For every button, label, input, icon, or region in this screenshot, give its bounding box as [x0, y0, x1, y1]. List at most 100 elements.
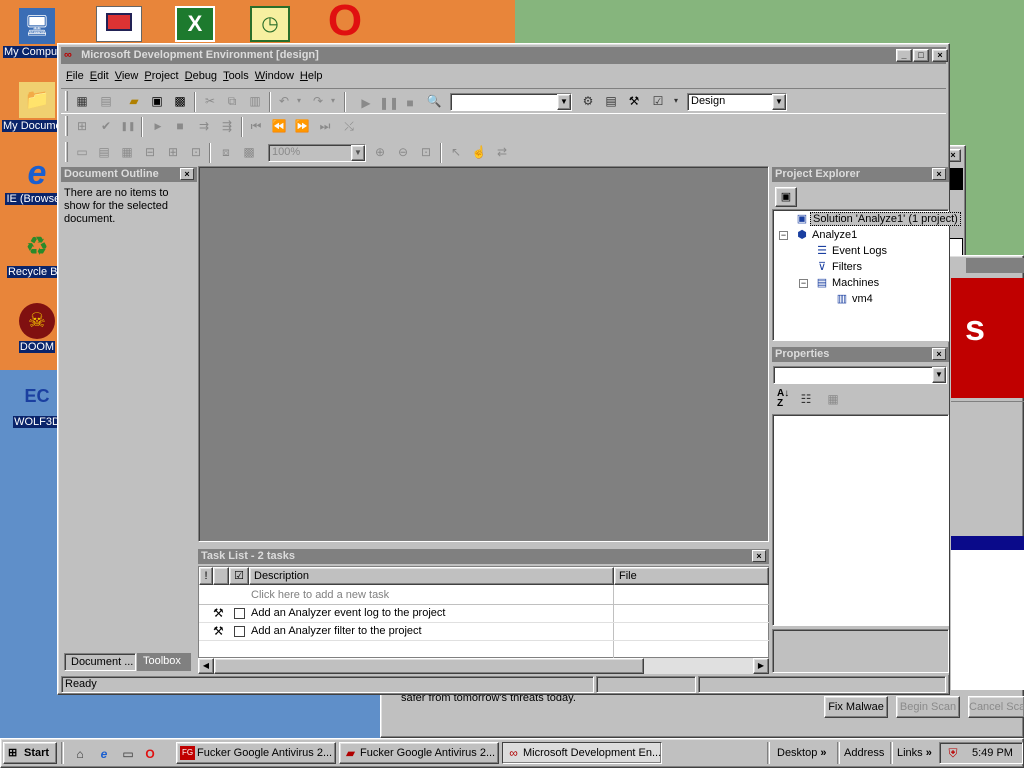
task-done-checkbox[interactable] — [234, 626, 245, 637]
tree-expander-icon[interactable]: − — [799, 278, 808, 288]
task-list-titlebar[interactable]: Task List - 2 tasks — [198, 549, 769, 564]
undo-dropdown-icon[interactable]: ▾ — [290, 92, 308, 110]
hand-icon[interactable]: ☝ — [470, 143, 488, 161]
add-task-placeholder[interactable]: Click here to add a new task — [251, 587, 389, 603]
step-over-icon[interactable]: ⇶ — [218, 117, 236, 135]
cancel-scan-button[interactable]: Cancel Sca — [968, 696, 1024, 718]
redo-dropdown-icon[interactable]: ▾ — [324, 92, 342, 110]
cut-icon[interactable]: ✂ — [201, 92, 219, 110]
find-combo[interactable]: ▼ — [450, 93, 572, 111]
property-pages-icon[interactable]: ▦ — [824, 390, 842, 408]
halt-icon[interactable]: ■ — [171, 117, 189, 135]
project-explorer-close-button[interactable]: × — [932, 168, 946, 180]
quicklaunch-desktop-icon[interactable]: ▭ — [119, 745, 137, 763]
properties-view-icon[interactable]: ▣ — [775, 187, 797, 207]
quicklaunch-ie-icon[interactable]: e — [95, 745, 113, 763]
document-outline-titlebar[interactable]: Document Outline — [61, 167, 197, 182]
stop-icon[interactable]: ■ — [401, 94, 419, 112]
first-icon[interactable]: ⏮ — [247, 117, 265, 135]
category-column-header[interactable] — [213, 567, 229, 585]
menu-view[interactable]: View — [115, 70, 139, 82]
taskbar-button[interactable]: ∞ Microsoft Development En... — [502, 742, 662, 764]
step-into-icon[interactable]: ⇉ — [195, 117, 213, 135]
grid-icon[interactable]: ▤ — [95, 143, 113, 161]
connector-icon[interactable]: ⇄ — [493, 143, 511, 161]
properties-object-combo[interactable]: ▼ — [773, 366, 947, 384]
menu-help[interactable]: Help — [300, 70, 323, 82]
task-list-close-button[interactable]: × — [752, 550, 766, 562]
document-outline-close-button[interactable]: × — [180, 168, 194, 180]
open-icon[interactable]: ▰ — [125, 92, 143, 110]
toolbar-grip[interactable] — [65, 91, 68, 111]
tree-node[interactable]: ⊽ Filters — [799, 260, 864, 273]
tree-node[interactable]: − ▤ Machines — [799, 276, 881, 289]
design-surface[interactable] — [198, 166, 769, 542]
menu-tools[interactable]: Tools — [223, 70, 249, 82]
save-icon[interactable]: ▣ — [148, 92, 166, 110]
properties-window-icon[interactable]: ▤ — [602, 92, 620, 110]
tab-document-outline[interactable]: Document ... — [64, 653, 136, 671]
align-center-icon[interactable]: ⊞ — [164, 143, 182, 161]
fix-malware-button[interactable]: Fix Malwae — [824, 696, 888, 718]
address-toolbar[interactable]: Address — [844, 747, 884, 759]
start-icon[interactable]: ▶ — [357, 94, 375, 112]
minimize-button[interactable]: _ — [896, 49, 912, 62]
pause-icon[interactable]: ❚❚ — [119, 117, 137, 135]
priority-column-header[interactable]: ! — [199, 567, 213, 585]
config-combo[interactable]: Design ▼ — [687, 93, 787, 111]
links-toolbar[interactable]: Links » — [897, 747, 932, 759]
copy-icon[interactable]: ⧉ — [223, 92, 241, 110]
pointer-icon[interactable]: ↖ — [447, 143, 465, 161]
tree-expander-icon[interactable]: − — [779, 230, 788, 240]
run-icon[interactable]: ▶ — [149, 117, 167, 135]
fastforward-icon[interactable]: ⏩ — [293, 117, 311, 135]
scroll-left-button[interactable]: ◀ — [198, 658, 214, 674]
quicklaunch-outlook-icon[interactable]: ⌂ — [71, 745, 89, 763]
fit-icon[interactable]: ▩ — [240, 143, 258, 161]
desktop-toolbar[interactable]: Desktop » — [777, 747, 827, 759]
project-explorer-titlebar[interactable]: Project Explorer — [772, 167, 949, 182]
menu-project[interactable]: Project — [144, 70, 178, 82]
properties-titlebar[interactable]: Properties — [772, 347, 949, 362]
taskbar-button[interactable]: ▰ Fucker Google Antivirus 2... — [339, 742, 499, 764]
done-column-header[interactable]: ☑ — [229, 567, 249, 585]
outlook-icon[interactable] — [96, 6, 142, 42]
sort-categorized-icon[interactable]: ☷ — [797, 390, 815, 408]
task-list-icon[interactable]: ☑ — [649, 92, 667, 110]
start-button[interactable]: ⊞ Start — [3, 742, 57, 764]
find-dropdown-button[interactable]: ▼ — [557, 94, 571, 110]
file-column-header[interactable]: File — [614, 567, 769, 585]
task-done-checkbox[interactable] — [234, 608, 245, 619]
quicklaunch-opera-icon[interactable]: O — [141, 745, 159, 763]
properties-close-button[interactable]: × — [932, 348, 946, 360]
step-check-icon[interactable]: ✔ — [97, 117, 115, 135]
add-item-icon[interactable]: ▤ — [97, 92, 115, 110]
scroll-right-button[interactable]: ▶ — [753, 658, 769, 674]
zoom-out-icon[interactable]: ⊖ — [394, 143, 412, 161]
table-icon[interactable]: ▦ — [118, 143, 136, 161]
align-right-icon[interactable]: ⊡ — [187, 143, 205, 161]
zoom-fit-icon[interactable]: ⊡ — [417, 143, 435, 161]
tree-node[interactable]: − ⬢ Analyze1 — [779, 228, 859, 241]
zoom-in-icon[interactable]: ⊕ — [371, 143, 389, 161]
rewind-icon[interactable]: ⏪ — [270, 117, 288, 135]
menu-edit[interactable]: Edit — [90, 70, 109, 82]
maximize-button[interactable]: □ — [913, 49, 929, 62]
tree-node[interactable]: ▥ vm4 — [819, 292, 875, 305]
project-icon[interactable]: ◷ — [250, 6, 290, 42]
menu-window[interactable]: Window — [255, 70, 294, 82]
new-project-icon[interactable]: ▦ — [73, 92, 91, 110]
zoom-combo[interactable]: 100% ▼ — [268, 144, 366, 162]
solution-explorer-icon[interactable]: ⚙ — [579, 92, 597, 110]
begin-scan-button[interactable]: Begin Scan — [896, 696, 960, 718]
find-icon[interactable]: 🔍 — [425, 92, 443, 110]
tab-toolbox[interactable]: Toolbox — [137, 653, 191, 671]
break-icon[interactable]: ❚❚ — [379, 94, 399, 112]
task-row[interactable]: ⚒ Add an Analyzer event log to the projec… — [199, 605, 769, 623]
taskbar-button[interactable]: FG Fucker Google Antivirus 2... — [176, 742, 336, 764]
menu-debug[interactable]: Debug — [185, 70, 217, 82]
clear-icon[interactable]: ⤯ — [340, 117, 358, 135]
toolbox-icon[interactable]: ⚒ — [625, 92, 643, 110]
config-dropdown-button[interactable]: ▼ — [772, 94, 786, 110]
save-all-icon[interactable]: ▩ — [171, 92, 189, 110]
